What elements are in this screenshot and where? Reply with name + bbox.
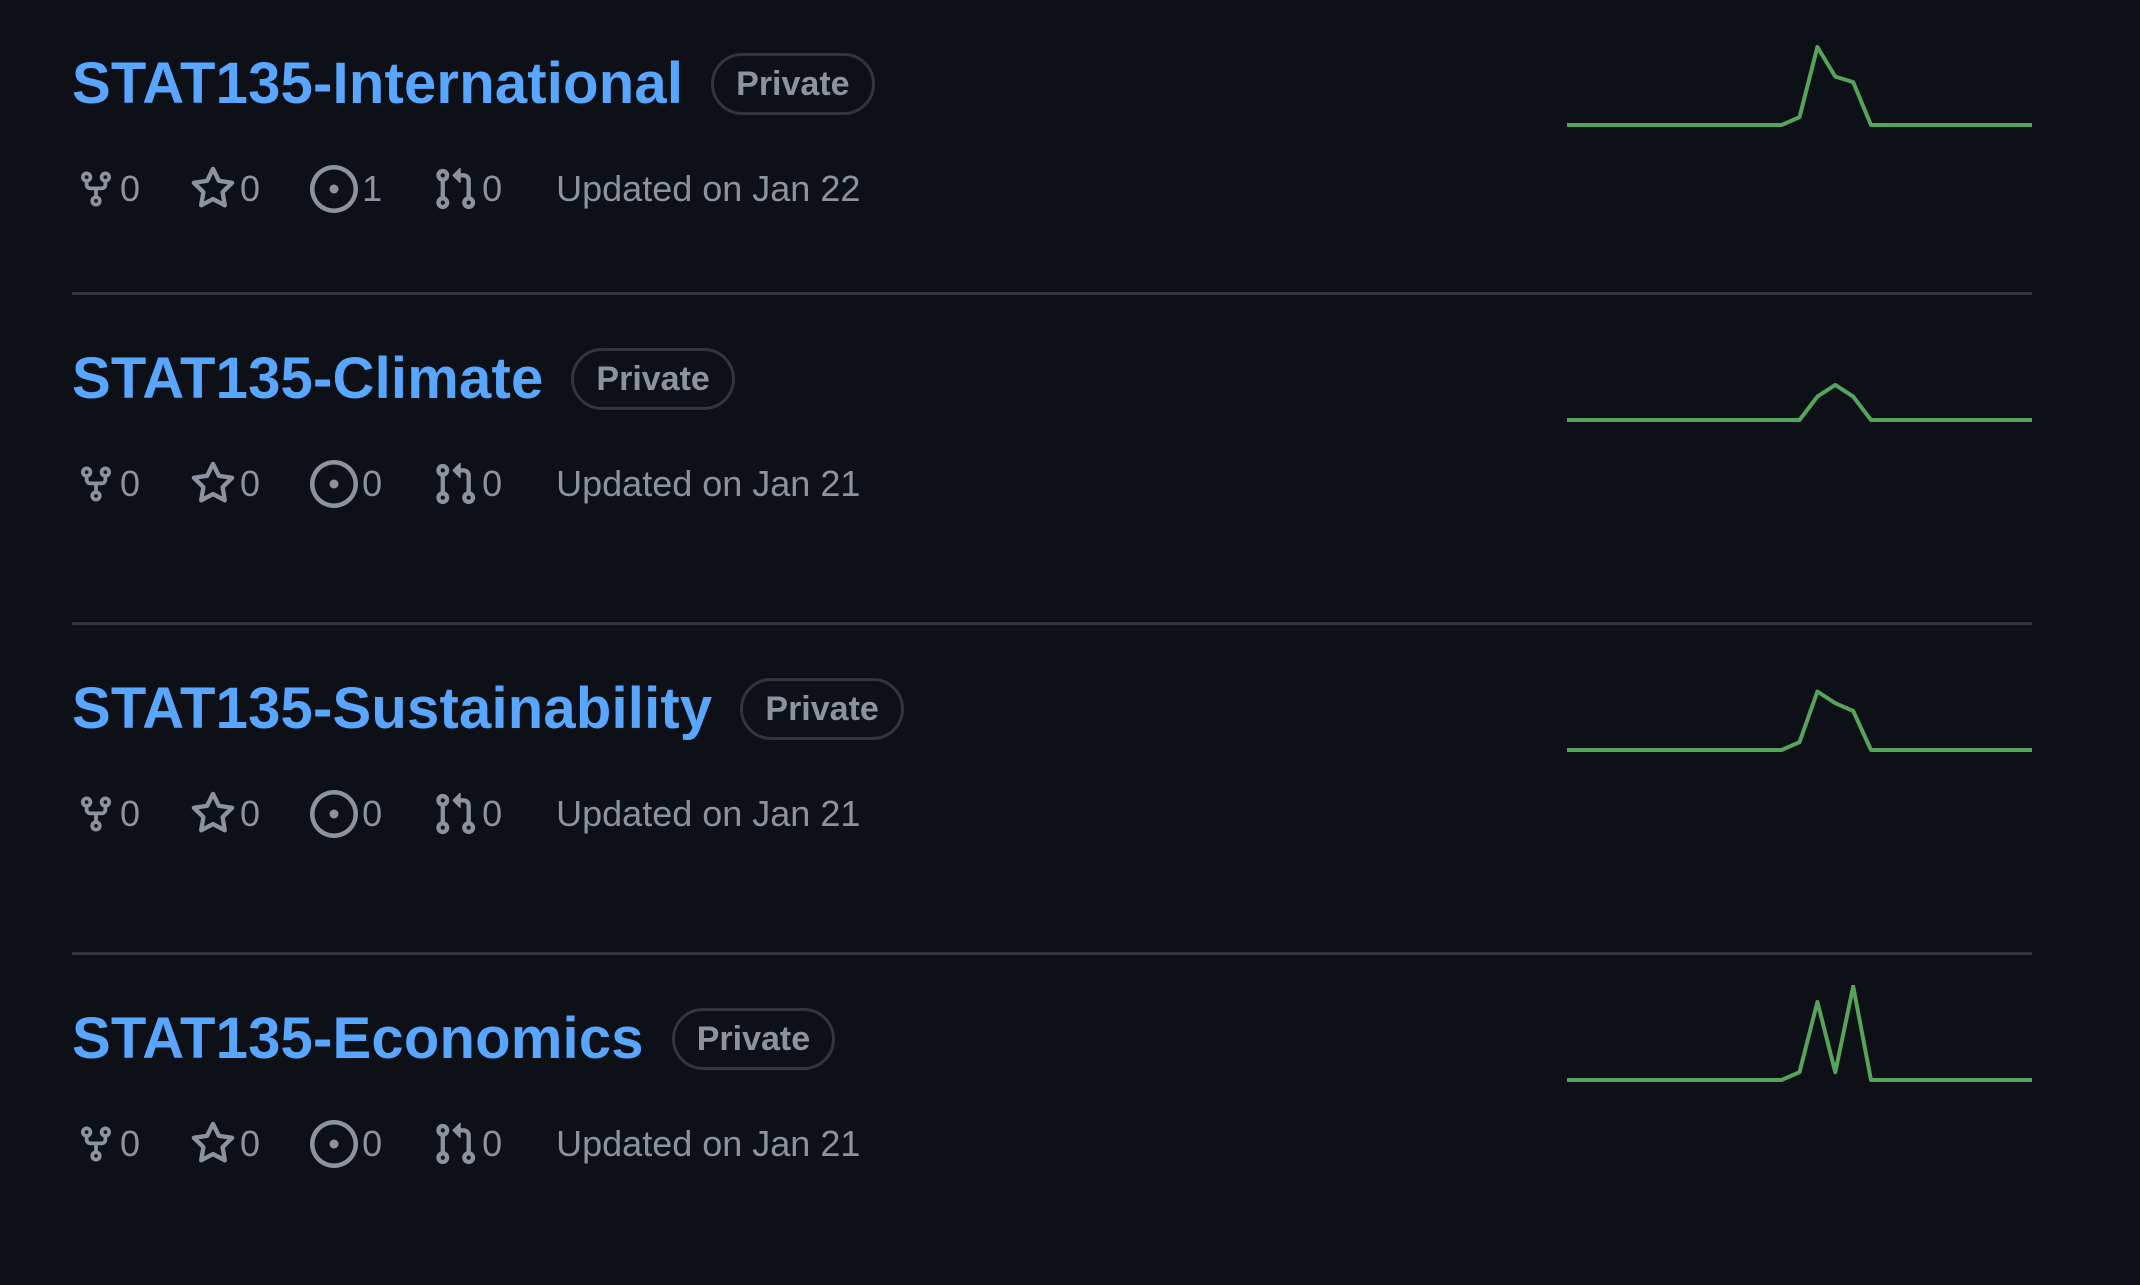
repo-item: STAT135-Economics Private 0 0 0 0 Update…: [72, 955, 2032, 1285]
repo-title-row: STAT135-Sustainability Private: [72, 673, 904, 745]
forks-link[interactable]: 0: [76, 461, 140, 507]
fork-icon: [81, 1126, 111, 1162]
repository-list: STAT135-International Private 0 0 1 0 Up…: [72, 0, 2032, 1285]
visibility-badge: Private: [671, 1008, 836, 1070]
repo-name-link[interactable]: STAT135-Sustainability: [72, 673, 712, 745]
stars-link[interactable]: 0: [190, 791, 260, 837]
issue-icon: [310, 165, 359, 213]
fork-icon: [81, 466, 111, 502]
star-icon: [191, 461, 235, 503]
issues-count: 0: [362, 793, 383, 834]
updated-date: Updated on Jan 22: [556, 168, 861, 209]
pull-requests-count: 0: [482, 1123, 503, 1164]
forks-count: 0: [120, 1123, 141, 1164]
pull-requests-count: 0: [482, 168, 503, 209]
star-icon: [191, 1121, 235, 1163]
activity-sparkline: [1567, 382, 2032, 422]
visibility-badge: Private: [740, 678, 904, 740]
pull-requests-count: 0: [482, 793, 503, 834]
forks-link[interactable]: 0: [76, 166, 140, 212]
stars-count: 0: [240, 1123, 261, 1164]
issues-link[interactable]: 0: [310, 460, 382, 508]
visibility-badge: Private: [711, 53, 875, 115]
repo-name-link[interactable]: STAT135-International: [72, 48, 683, 120]
stars-link[interactable]: 0: [190, 461, 260, 507]
pull-requests-count: 0: [482, 463, 503, 504]
sparkline-path: [1567, 985, 2032, 1082]
repo-name-link[interactable]: STAT135-Climate: [72, 343, 543, 415]
forks-link[interactable]: 0: [76, 791, 140, 837]
issue-icon: [310, 460, 359, 508]
sparkline-path: [1567, 45, 2032, 127]
pull-request-icon: [436, 1122, 476, 1165]
repo-title-row: STAT135-Climate Private: [72, 343, 735, 415]
pull-requests-link[interactable]: 0: [432, 166, 502, 212]
repo-item: STAT135-Climate Private 0 0 0 0 Updated …: [72, 295, 2032, 625]
forks-count: 0: [120, 463, 141, 504]
pull-requests-link[interactable]: 0: [432, 1121, 502, 1167]
activity-sparkline: [1567, 689, 2032, 752]
pull-requests-link[interactable]: 0: [432, 461, 502, 507]
repo-title-row: STAT135-Economics Private: [72, 1003, 836, 1075]
updated-date: Updated on Jan 21: [556, 793, 861, 834]
stars-count: 0: [240, 168, 261, 209]
repo-meta-row: 0 0 0 0 Updated on Jan 21: [76, 460, 860, 508]
issue-icon: [310, 1120, 359, 1168]
repo-meta-row: 0 0 1 0 Updated on Jan 22: [76, 165, 860, 213]
star-icon: [191, 166, 235, 208]
pull-requests-link[interactable]: 0: [432, 791, 502, 837]
updated-date: Updated on Jan 21: [556, 1123, 861, 1164]
activity-sparkline: [1567, 985, 2032, 1082]
issues-link[interactable]: 0: [310, 1120, 382, 1168]
forks-count: 0: [120, 793, 141, 834]
repo-name-link[interactable]: STAT135-Economics: [72, 1003, 644, 1075]
visibility-badge: Private: [571, 348, 735, 410]
updated-date: Updated on Jan 21: [556, 463, 861, 504]
repo-item: STAT135-International Private 0 0 1 0 Up…: [72, 0, 2032, 295]
stars-link[interactable]: 0: [190, 166, 260, 212]
repo-item: STAT135-Sustainability Private 0 0 0 0 U…: [72, 625, 2032, 955]
sparkline-path: [1567, 689, 2032, 752]
issues-count: 0: [362, 1123, 383, 1164]
issues-count: 1: [362, 168, 383, 209]
forks-count: 0: [120, 168, 141, 209]
activity-sparkline: [1567, 45, 2032, 127]
pull-request-icon: [436, 462, 476, 505]
star-icon: [191, 791, 235, 833]
issues-count: 0: [362, 463, 383, 504]
stars-count: 0: [240, 463, 261, 504]
repo-meta-row: 0 0 0 0 Updated on Jan 21: [76, 1120, 860, 1168]
sparkline-path: [1567, 382, 2032, 422]
issues-link[interactable]: 1: [310, 165, 382, 213]
pull-request-icon: [436, 792, 476, 835]
repo-title-row: STAT135-International Private: [72, 48, 875, 120]
pull-request-icon: [436, 167, 476, 210]
forks-link[interactable]: 0: [76, 1121, 140, 1167]
stars-count: 0: [240, 793, 261, 834]
fork-icon: [81, 171, 111, 207]
repo-meta-row: 0 0 0 0 Updated on Jan 21: [76, 790, 860, 838]
stars-link[interactable]: 0: [190, 1121, 260, 1167]
issue-icon: [310, 790, 359, 838]
fork-icon: [81, 796, 111, 832]
issues-link[interactable]: 0: [310, 790, 382, 838]
